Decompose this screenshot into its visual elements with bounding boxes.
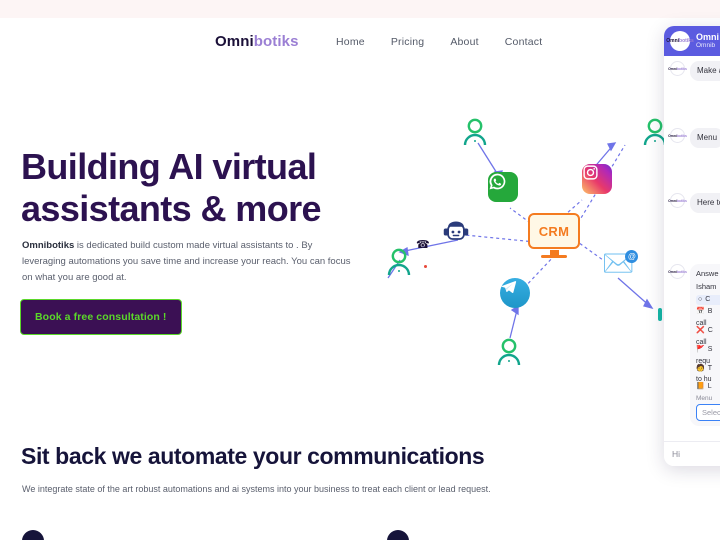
instagram-icon — [582, 164, 612, 194]
chat-message-row: Omnibotiks Here to — [668, 193, 720, 213]
crm-node: CRM — [528, 213, 580, 258]
person-icon — [463, 118, 487, 146]
section2-paragraph: We integrate state of the art robust aut… — [22, 484, 491, 494]
chat-spacer-1 — [670, 86, 720, 128]
flag-icon: 🚩 — [696, 345, 705, 353]
chat-header-subtitle: Omnib — [696, 42, 716, 50]
telegram-node — [500, 278, 530, 308]
page-root: Omnibotiks Home Pricing About Contact Bu… — [0, 0, 720, 540]
whatsapp-icon — [488, 172, 518, 202]
crm-stand-base — [541, 255, 567, 258]
calendar-icon: 📅 — [696, 308, 705, 316]
chat-header-text: Omni Omnib — [696, 32, 719, 50]
hero-title: Building AI virtual assistants & more — [21, 146, 322, 229]
chat-spacer-2 — [670, 153, 720, 193]
menu-option-subline: requ — [696, 357, 711, 365]
chat-menu-card: Answe Isham ○ C 📅 B call ❌ C call 🚩 S re… — [690, 264, 720, 426]
menu-intro-line2: Isham — [696, 281, 717, 291]
chat-header-title: Omni — [696, 32, 720, 43]
menu-option-talk-to-human[interactable]: 🧑 T — [696, 365, 720, 374]
chat-spacer-3 — [670, 218, 720, 264]
chat-widget-header: Omnibotiks Omni Omnib — [664, 26, 720, 56]
cancel-icon: ❌ — [696, 327, 705, 334]
menu-option-label: S — [707, 345, 713, 353]
nav-link-pricing[interactable]: Pricing — [391, 36, 425, 48]
menu-option-label: C — [705, 295, 711, 303]
telegram-glyph — [501, 281, 517, 294]
nav-link-about[interactable]: About — [450, 36, 478, 48]
diagram-teal-marker — [658, 308, 662, 321]
chat-bubble-make-a: Make a — [690, 61, 720, 81]
chat-menu-row: Omnibotiks Answe Isham ○ C 📅 B call ❌ C … — [668, 264, 720, 426]
menu-option-contact[interactable]: ○ C — [696, 294, 720, 306]
menu-option-support-request[interactable]: 🚩 S — [696, 346, 720, 355]
menu-option-cancel-call[interactable]: ❌ C — [696, 327, 720, 336]
chat-message-avatar: Omnibotiks — [668, 264, 687, 279]
chatbot-icon — [443, 221, 469, 240]
menu-option-label: L — [707, 383, 712, 391]
human-icon: 🧑 — [696, 364, 705, 372]
chat-message-row: Omnibotiks Menu — [668, 128, 720, 148]
email-node: ✉️ @ — [602, 250, 639, 276]
nav-link-contact[interactable]: Contact — [505, 36, 543, 48]
crm-label: CRM — [528, 213, 580, 249]
chat-widget[interactable]: Omnibotiks Omni Omnib Omnibotiks Make a … — [664, 26, 720, 466]
logo-prefix: Omni — [215, 33, 254, 50]
hero-paragraph: Omnibotiks is dedicated build custom mad… — [22, 238, 352, 286]
menu-option-subline: call — [696, 338, 707, 346]
menu-option-list[interactable]: 📙 L — [696, 383, 720, 392]
circle-icon: ○ — [698, 295, 703, 303]
chat-message-avatar: Omnibotiks — [668, 61, 687, 76]
person-icon — [387, 248, 411, 276]
menu-option-label: C — [707, 327, 713, 334]
automation-network-diagram: CRM ✉️ @ ☎ — [370, 100, 690, 380]
feature-bullet-icon-2 — [387, 530, 409, 540]
list-icon: 📙 — [696, 383, 705, 391]
chat-header-avatar: Omnibotiks — [666, 31, 694, 51]
menu-option-subline: call — [696, 320, 707, 327]
feature-bullet-icon-1 — [22, 530, 44, 540]
section2-title: Sit back we automate your communications — [21, 443, 485, 469]
chat-input[interactable]: Hi — [664, 441, 720, 466]
chat-bubble-menu: Menu — [690, 128, 720, 148]
chat-widget-body: Omnibotiks Make a Omnibotiks Menu Omnibo… — [664, 56, 720, 436]
instagram-node — [582, 164, 612, 194]
menu-option-book-call[interactable]: 📅 B — [696, 308, 720, 317]
logo-suffix: botiks — [253, 33, 299, 50]
avatar-logo-text: Omnibotiks — [666, 38, 694, 44]
diagram-dot-accent — [424, 265, 427, 268]
menu-option-label: T — [707, 364, 712, 372]
chat-message-avatar: Omnibotiks — [668, 128, 687, 143]
menu-select-label: Menu — [696, 395, 713, 402]
menu-option-label: B — [707, 308, 713, 316]
instagram-glyph — [583, 165, 598, 180]
whatsapp-glyph — [489, 173, 506, 190]
book-consultation-button[interactable]: Book a free consultation ! — [20, 299, 182, 335]
phone-icon: ☎ — [416, 239, 430, 251]
top-accent-strip — [0, 0, 720, 18]
chat-message-row: Omnibotiks Make a — [668, 61, 720, 81]
whatsapp-node — [488, 172, 518, 202]
nav-link-home[interactable]: Home — [336, 36, 365, 48]
menu-select-dropdown[interactable]: Selec — [696, 404, 720, 421]
person-icon — [497, 338, 521, 366]
chat-bubble-here-to: Here to — [690, 193, 720, 213]
chat-message-avatar: Omnibotiks — [668, 193, 687, 208]
site-logo[interactable]: Omnibotiks — [215, 33, 299, 50]
telegram-icon — [500, 278, 530, 308]
hero-paragraph-brand: Omnibotiks — [22, 240, 75, 251]
nav-links: Home Pricing About Contact — [336, 36, 542, 48]
menu-intro-line1: Answe — [696, 269, 719, 278]
